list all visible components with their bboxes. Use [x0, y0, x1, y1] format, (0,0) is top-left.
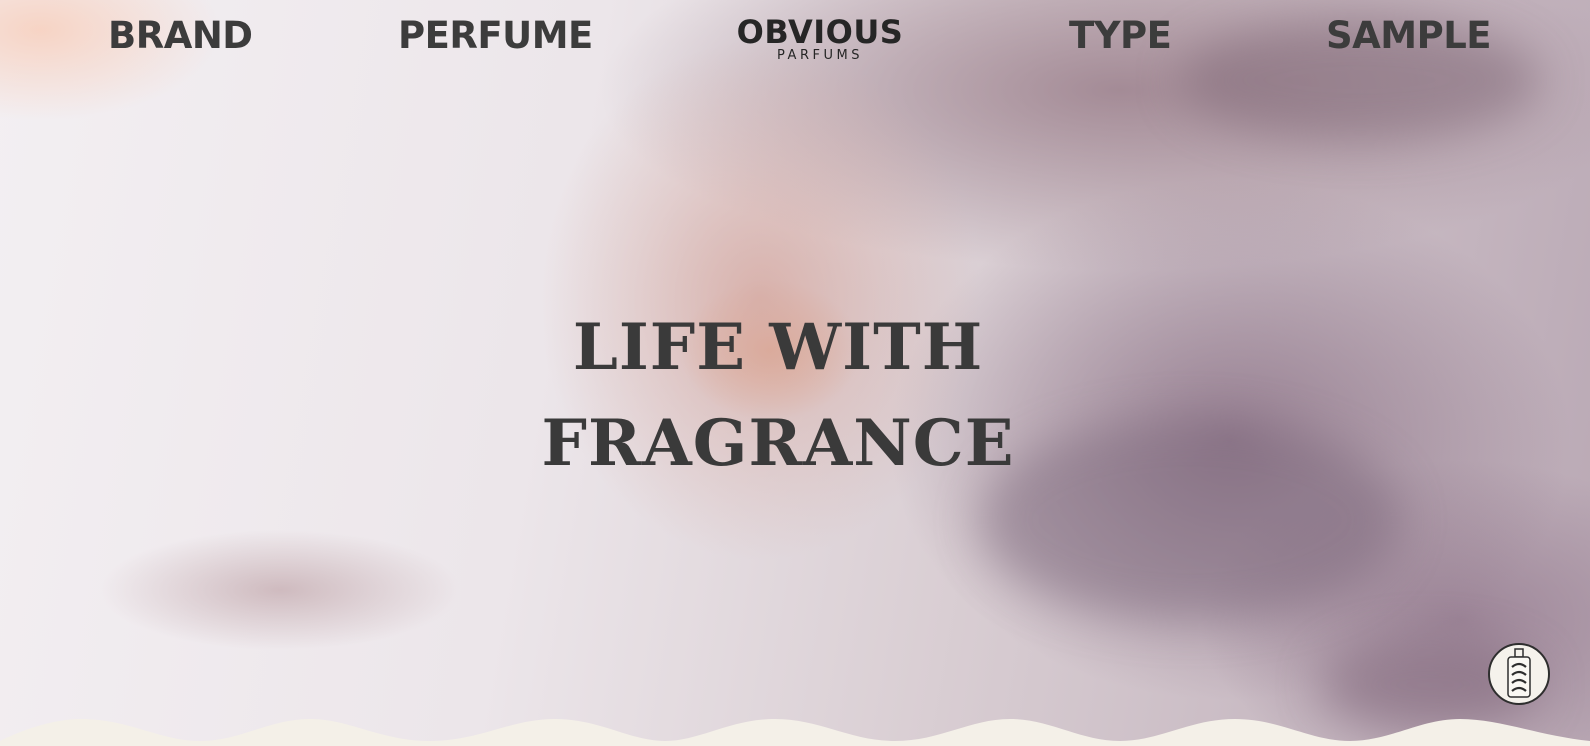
nav-link-sample[interactable]: SAMPLE [1326, 14, 1492, 57]
perfume-bottle-button[interactable] [1488, 643, 1550, 705]
hero-title-line-2: FRAGRANCE [541, 406, 1015, 481]
perfume-bottle-icon [1507, 648, 1531, 698]
nav-link-brand[interactable]: BRAND [108, 14, 253, 57]
nav-link-perfume[interactable]: PERFUME [398, 14, 593, 57]
hero-title: LIFE WITH FRAGRANCE [0, 300, 1556, 492]
logo-wordmark: OBVIOUS [736, 13, 904, 51]
nav-link-type[interactable]: TYPE [1069, 14, 1172, 57]
site-logo[interactable]: OBVIOUS PARFUMS [735, 14, 905, 63]
logo-subtitle: PARFUMS [777, 48, 863, 63]
wave-divider [0, 719, 1590, 746]
hero-section: BRAND PERFUME OBVIOUS PARFUMS TYPE SAMPL… [0, 0, 1590, 746]
hero-title-line-1: LIFE WITH [572, 310, 984, 385]
